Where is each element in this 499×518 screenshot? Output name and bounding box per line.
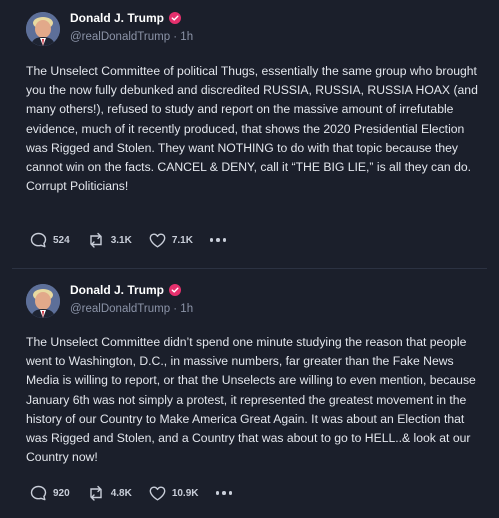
- post-card[interactable]: Donald J. Trump @realDonaldTrump · 1h Th…: [0, 0, 499, 268]
- like-icon: [149, 486, 166, 500]
- post-text: The Unselect Committee of political Thug…: [26, 64, 478, 194]
- post-card[interactable]: Donald J. Trump @realDonaldTrump · 1h Th…: [0, 270, 499, 518]
- like-icon: [149, 233, 166, 247]
- more-options-icon[interactable]: [215, 491, 232, 495]
- post-actions: 920 4.8K 10.9K: [30, 485, 232, 501]
- retruth-button[interactable]: 3.1K: [87, 232, 132, 248]
- retruth-button[interactable]: 4.8K: [87, 485, 132, 501]
- post-actions: 524 3.1K 7.1K: [30, 232, 227, 248]
- reply-icon: [30, 232, 47, 248]
- more-dot: [216, 238, 220, 242]
- avatar[interactable]: [26, 284, 60, 318]
- more-dot: [215, 491, 219, 495]
- more-options-icon[interactable]: [209, 238, 227, 242]
- author-handle[interactable]: @realDonaldTrump · 1h: [70, 303, 193, 315]
- reply-button[interactable]: 524: [30, 232, 70, 248]
- like-button[interactable]: 7.1K: [149, 233, 193, 248]
- retruth-icon: [89, 485, 102, 501]
- verified-badge-icon: [169, 284, 182, 296]
- more-dot: [209, 238, 214, 242]
- author-name-row[interactable]: Donald J. Trump: [70, 11, 182, 25]
- post-divider: [12, 268, 487, 269]
- like-count: 10.9K: [171, 487, 199, 499]
- retruth-count: 3.1K: [110, 234, 132, 246]
- author-name[interactable]: Donald J. Trump: [70, 11, 164, 25]
- reply-count: 920: [53, 487, 70, 499]
- retruth-icon: [89, 232, 102, 248]
- reply-icon: [30, 485, 47, 501]
- verified-badge-icon: [169, 12, 182, 24]
- retruth-count: 4.8K: [110, 487, 132, 499]
- author-name[interactable]: Donald J. Trump: [70, 283, 164, 297]
- timeline-feed: Donald J. Trump @realDonaldTrump · 1h Th…: [0, 0, 499, 518]
- reply-count: 524: [53, 234, 70, 246]
- post-text: The Unselect Committee didn’t spend one …: [26, 335, 476, 465]
- more-dot: [222, 238, 227, 242]
- reply-button[interactable]: 920: [30, 485, 70, 501]
- avatar[interactable]: [26, 12, 60, 46]
- more-dot: [228, 491, 232, 495]
- author-name-row[interactable]: Donald J. Trump: [70, 283, 182, 297]
- like-button[interactable]: 10.9K: [149, 486, 199, 501]
- more-dot: [222, 491, 226, 495]
- author-handle[interactable]: @realDonaldTrump · 1h: [70, 31, 193, 43]
- like-count: 7.1K: [171, 234, 193, 246]
